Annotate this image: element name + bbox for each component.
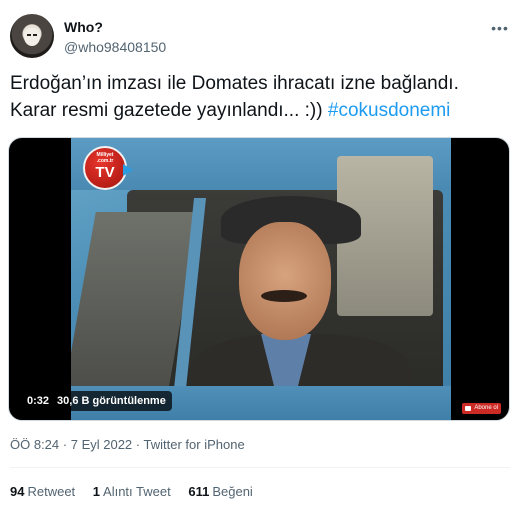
tweet-source[interactable]: Twitter for iPhone	[144, 437, 245, 452]
man-face	[239, 222, 331, 340]
video-player[interactable]: Milliyet .com.tr TV 0:32 30,6 B görüntüle…	[8, 137, 510, 421]
tweet-meta: ÖÖ 8:24 · 7 Eyl 2022 · Twitter for iPhon…	[10, 437, 245, 452]
video-info-badge: 0:32 30,6 B görüntülenme	[21, 391, 172, 411]
man-mustache	[261, 290, 307, 302]
tweet-date[interactable]: 7 Eyl 2022	[71, 437, 132, 452]
tweet-time[interactable]: ÖÖ 8:24	[10, 437, 59, 452]
tweet-stats: 94 Retweet 1 Alıntı Tweet 611 Beğeni	[10, 484, 267, 499]
more-options-icon[interactable]: •••	[490, 20, 510, 36]
likes-label: Beğeni	[212, 484, 253, 499]
tv-channel-logo: Milliyet .com.tr TV	[83, 146, 135, 190]
tv-logo-site: Milliyet .com.tr	[96, 152, 114, 164]
video-duration: 0:32	[27, 395, 50, 407]
hashtag-link[interactable]: #cokusdonemi	[328, 100, 451, 121]
tweet-header: Who? @who98408150 •••	[10, 14, 510, 62]
retweets-stat[interactable]: 94 Retweet	[10, 484, 75, 499]
play-arrow-icon	[123, 164, 133, 176]
avatar[interactable]	[10, 14, 54, 58]
quotes-label: Alıntı Tweet	[103, 484, 171, 499]
retweets-count: 94	[10, 484, 25, 499]
tweet-text-line1: Erdoğan’ın imzası ile Domates ihracatı i…	[10, 73, 459, 94]
avatar-eye-right	[33, 34, 37, 36]
likes-count: 611	[188, 484, 210, 499]
divider	[10, 467, 510, 468]
subscribe-button[interactable]: Abone ol	[462, 403, 501, 414]
meta-separator: ·	[135, 437, 141, 452]
tv-logo-text: TV	[95, 164, 115, 181]
mask-face-shape	[24, 28, 40, 46]
author-name[interactable]: Who?	[64, 19, 103, 35]
author-handle[interactable]: @who98408150	[64, 39, 166, 55]
tweet-text-line2: Karar resmi gazetede yayınlandı... :)) #…	[10, 97, 510, 124]
likes-stat[interactable]: 611 Beğeni	[188, 484, 252, 499]
video-views: 30,6 B görüntülenme	[57, 395, 166, 407]
quotes-count: 1	[92, 484, 101, 499]
retweets-label: Retweet	[27, 484, 76, 499]
meta-separator: ·	[62, 437, 68, 452]
quotes-stat[interactable]: 1 Alıntı Tweet	[93, 484, 171, 499]
tweet-text-line2-prefix: Karar resmi gazetede yayınlandı... :))	[10, 100, 328, 121]
avatar-eye-left	[27, 34, 31, 36]
tweet-text: Erdoğan’ın imzası ile Domates ihracatı i…	[10, 70, 510, 124]
